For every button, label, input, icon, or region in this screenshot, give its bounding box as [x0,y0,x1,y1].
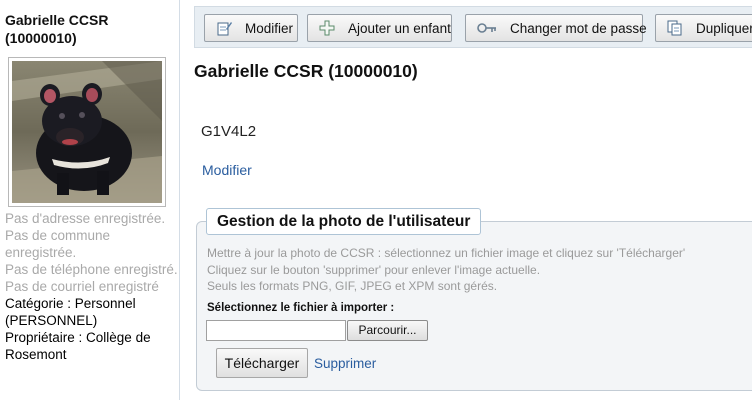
category-text: Catégorie : Personnel (PERSONNEL) [5,296,136,328]
tasmanian-devil-photo [12,61,162,203]
postal-code: G1V4L2 [201,123,257,140]
no-commune-text: Pas de commune enregistrée. [5,228,111,260]
no-address-text: Pas d'adresse enregistrée. [5,211,166,226]
key-icon [477,23,496,33]
add-child-button-label: Ajouter un enfant [348,20,451,36]
user-details: Pas d'adresse enregistrée. Pas de commun… [5,210,180,363]
file-path-input[interactable] [206,320,346,341]
delete-photo-link[interactable]: Supprimer [314,356,376,371]
no-phone-text: Pas de téléphone enregistré. [5,262,178,277]
edit-note-icon [217,22,232,36]
owner-text: Propriétaire : Collège de Rosemont [5,330,151,362]
upload-button[interactable]: Télécharger [216,348,308,378]
modify-link[interactable]: Modifier [202,162,252,178]
browse-button[interactable]: Parcourir... [347,320,428,341]
duplicate-button[interactable]: Dupliquer [655,14,752,42]
sidebar-user-name: Gabrielle CCSR (10000010) [5,12,109,46]
action-toolbar: Modifier Ajouter un enfant Changer mot d… [194,6,752,48]
help-line-formats: Seuls les formats PNG, GIF, JPEG et XPM … [207,279,498,293]
page-title: Gabrielle CCSR (10000010) [194,61,418,81]
help-line-delete: Cliquez sur le bouton 'supprimer' pour e… [207,262,541,277]
modify-button[interactable]: Modifier [204,14,298,42]
no-email-text: Pas de courriel enregistré [5,279,159,294]
photo-help-text: Mettre à jour la photo de CCSR : sélecti… [207,245,752,295]
change-password-button[interactable]: Changer mot de passe [465,14,647,42]
duplicate-button-label: Dupliquer [696,20,752,36]
modify-button-label: Modifier [245,20,294,36]
plus-icon [319,20,335,36]
photo-management-legend: Gestion de la photo de l'utilisateur [206,208,482,235]
add-child-button[interactable]: Ajouter un enfant [307,14,452,42]
file-select-label: Sélectionnez le fichier à importer : [207,302,395,314]
user-photo [8,57,166,207]
duplicate-icon [667,20,682,36]
user-sidebar: Gabrielle CCSR (10000010) Pas d'adresse … [0,0,180,400]
help-line-update: Mettre à jour la photo de CCSR : sélecti… [207,246,686,260]
change-password-button-label: Changer mot de passe [510,20,647,36]
